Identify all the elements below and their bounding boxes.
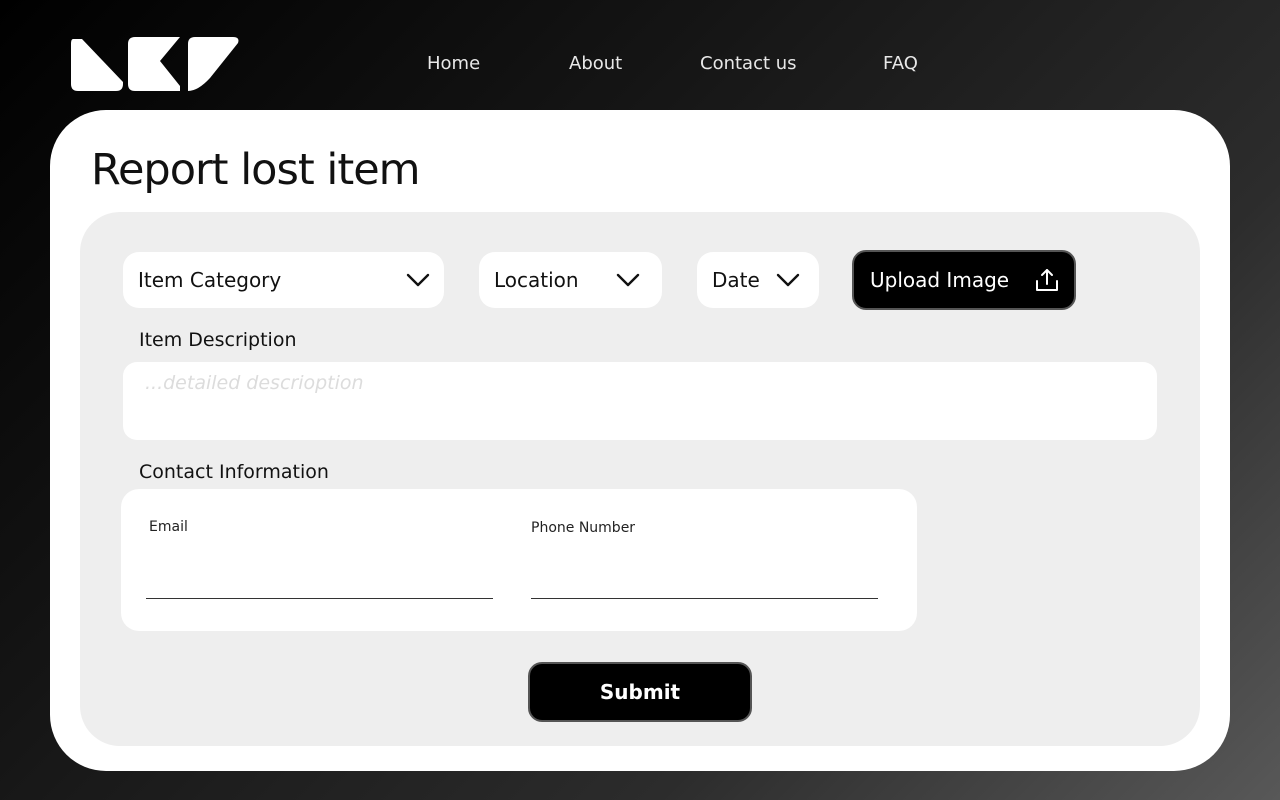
item-description-label: Item Description: [139, 329, 297, 351]
nav-link-home[interactable]: Home: [427, 50, 480, 78]
upload-image-label: Upload Image: [870, 268, 1010, 292]
location-label: Location: [494, 268, 579, 292]
date-select[interactable]: Date: [697, 252, 819, 308]
location-select[interactable]: Location: [479, 252, 662, 308]
item-category-label: Item Category: [138, 268, 282, 292]
chevron-down-icon: [776, 273, 800, 287]
form-panel: Item Category Location Date Upload Image: [80, 212, 1200, 746]
nav-link-faq[interactable]: FAQ: [883, 50, 918, 78]
phone-number-field[interactable]: [531, 569, 878, 599]
item-description-input[interactable]: [123, 362, 1157, 440]
item-category-select[interactable]: Item Category: [123, 252, 444, 308]
nav-link-about[interactable]: About: [569, 50, 622, 78]
nav-link-contact-us[interactable]: Contact us: [700, 50, 797, 78]
chevron-down-icon: [616, 273, 640, 287]
page-title: Report lost item: [91, 145, 421, 195]
upload-image-button[interactable]: Upload Image: [852, 250, 1076, 310]
submit-button[interactable]: Submit: [528, 662, 752, 722]
date-label: Date: [712, 268, 760, 292]
contact-information-box: Email Phone Number: [121, 489, 917, 631]
report-card: Report lost item Item Category Location …: [50, 110, 1230, 771]
chevron-down-icon: [406, 273, 430, 287]
email-label: Email: [149, 519, 188, 535]
contact-information-label: Contact Information: [139, 461, 329, 483]
phone-number-label: Phone Number: [531, 520, 636, 536]
email-field[interactable]: [146, 569, 493, 599]
upload-icon: [1036, 269, 1058, 291]
main-nav: Home About Contact us FAQ: [0, 50, 1280, 78]
